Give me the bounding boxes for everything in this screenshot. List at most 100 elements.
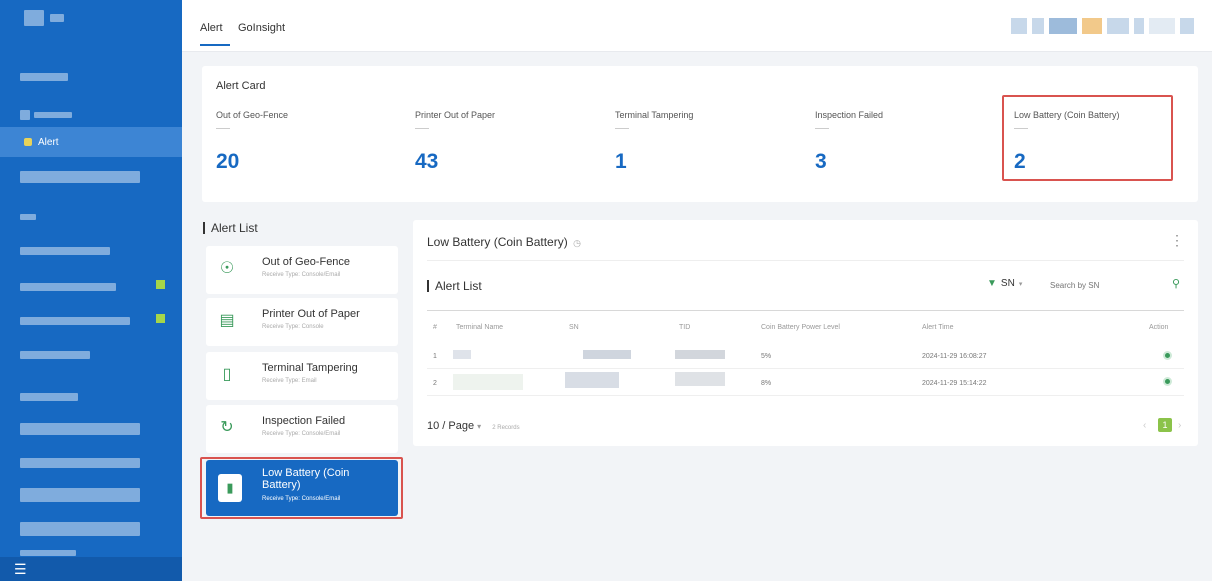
card-count: 3 [815,150,827,173]
detail-list-title: Alert List [427,280,482,292]
sidebar-item-blurred[interactable] [20,246,110,256]
sidebar-item-blurred[interactable] [20,350,90,360]
next-page-icon[interactable]: › [1178,420,1181,431]
view-icon[interactable] [1163,377,1172,386]
list-item-receive-type: Receive Type: Console [262,324,324,330]
divider [815,128,829,129]
page-size-select[interactable]: 10 / Page ▾ 2 Records [427,420,520,432]
column-header: Alert Time [922,324,954,331]
sidebar-item-blurred[interactable] [20,212,36,222]
inspection-icon: ↻ [220,419,234,436]
page-number-button[interactable]: 1 [1158,418,1172,432]
search-input[interactable] [1046,276,1181,294]
filter-icon: ▼ [987,278,997,289]
detail-title: Low Battery (Coin Battery) ◷ [427,235,581,249]
help-icon[interactable]: ◷ [573,238,581,248]
alert-card-title: Alert Card [216,80,266,92]
record-count: 2 Records [492,425,520,431]
view-icon[interactable] [1163,351,1172,360]
power-level: 5% [761,353,772,360]
divider [615,128,629,129]
card-count: 43 [415,150,439,173]
printer-icon: ▤ [219,312,235,329]
divider [427,310,1184,311]
list-item-terminal-tampering[interactable]: ▯ Terminal Tampering Receive Type: Email [206,352,398,400]
list-item-name: Terminal Tampering [262,362,358,374]
chevron-down-icon: ▾ [1018,280,1023,288]
card-out-of-geo-fence[interactable]: Out of Geo-Fence 20 [216,104,406,184]
highlight-box [1002,95,1173,181]
power-level: 8% [761,380,772,387]
sidebar-item-blurred[interactable] [20,522,140,536]
list-item-name: Out of Geo-Fence [262,256,351,268]
tid-redacted [675,350,725,359]
sn-redacted [583,350,631,359]
sidebar-item-blurred[interactable] [20,110,72,120]
sidebar-item-blurred[interactable] [20,392,78,402]
sidebar-item-blurred[interactable] [20,316,130,326]
list-item-receive-type: Receive Type: Email [262,378,317,384]
card-label: Inspection Failed [815,110,884,120]
divider [415,128,429,129]
column-header: Terminal Name [456,324,504,331]
sidebar-item-blurred[interactable] [20,171,140,183]
prev-page-icon[interactable]: ‹ [1143,420,1146,431]
alert-list-title: Alert List [203,222,258,234]
sidebar-item-alert[interactable]: Alert [0,127,182,157]
status-square [156,280,165,289]
list-item-printer-out-of-paper[interactable]: ▤ Printer Out of Paper Receive Type: Con… [206,298,398,346]
card-terminal-tampering[interactable]: Terminal Tampering 1 [615,104,805,184]
list-item-receive-type: Receive Type: Console/Email [262,431,341,437]
card-printer-out-of-paper[interactable]: Printer Out of Paper 43 [415,104,605,184]
bell-icon [24,138,32,146]
page-size-value: 10 / Page [427,420,475,432]
column-header: Action [1149,324,1169,331]
sn-redacted [565,372,619,388]
terminal-name-redacted [453,350,471,359]
search-icon[interactable]: ⚲ [1172,277,1180,290]
sidebar-item-blurred[interactable] [20,458,140,468]
divider [427,395,1184,396]
sidebar-item-blurred[interactable] [20,72,68,82]
column-header: SN [569,324,579,331]
tab-alert[interactable]: Alert [200,22,230,46]
sidebar-item-blurred[interactable] [20,282,116,292]
list-item-inspection-failed[interactable]: ↻ Inspection Failed Receive Type: Consol… [206,405,398,453]
sidebar: Alert ☰ [0,0,182,581]
column-header: Coin Battery Power Level [761,324,840,331]
list-item-out-of-geo-fence[interactable]: ☉ Out of Geo-Fence Receive Type: Console… [206,246,398,294]
geofence-icon: ☉ [219,260,235,277]
column-header: TID [679,324,691,331]
chevron-down-icon: ▾ [477,422,482,431]
row-index: 1 [433,353,437,360]
column-header: # [433,324,437,331]
filter-field-label: SN [1000,278,1015,289]
user-area[interactable] [1011,18,1194,34]
tab-goinsight[interactable]: GoInsight [238,22,285,34]
tid-redacted [675,372,725,386]
alert-time: 2024-11-29 15:14:22 [922,380,987,387]
card-inspection-failed[interactable]: Inspection Failed 3 [815,104,1005,184]
card-label: Printer Out of Paper [415,110,496,120]
alert-time: 2024-11-29 16:08:27 [922,353,987,360]
divider [427,368,1184,369]
logo [24,10,64,26]
list-item-receive-type: Receive Type: Console/Email [262,272,341,278]
sidebar-item-blurred[interactable] [20,488,140,502]
more-options-icon[interactable]: ⋮ [1170,232,1184,249]
card-count: 1 [615,150,627,173]
top-bar: Alert GoInsight [182,0,1212,52]
sidebar-item-blurred[interactable] [20,423,140,435]
card-count: 20 [216,150,240,173]
card-label: Out of Geo-Fence [216,110,289,120]
menu-icon: ☰ [14,560,27,577]
detail-title-text: Low Battery (Coin Battery) [427,235,568,249]
card-label: Terminal Tampering [615,110,694,120]
row-index: 2 [433,380,437,387]
terminal-icon: ▯ [222,366,232,383]
sidebar-item-label: Alert [38,136,59,148]
menu-button[interactable]: ☰ [0,557,182,581]
filter-dropdown[interactable]: ▼ SN ▾ [987,278,1022,289]
list-item-name: Printer Out of Paper [262,308,360,320]
divider [427,260,1184,261]
